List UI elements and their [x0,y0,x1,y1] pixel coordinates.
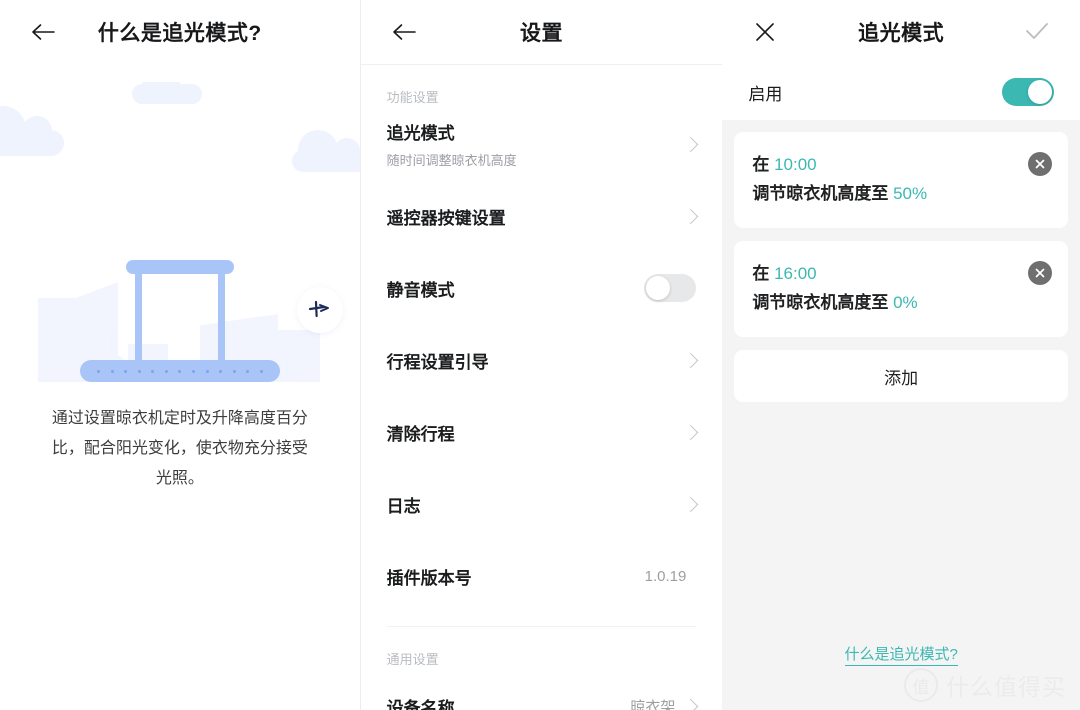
editor-appbar: 追光模式 [722,0,1080,64]
row-title: 静音模式 [386,280,455,300]
sidebar-item-sun-tracking[interactable]: 追光模式 随时间调整晾衣机高度 [386,108,699,180]
row-title: 设备名称 [386,698,455,710]
device-name-value: 晾衣架 [630,698,676,710]
schedule-percent: 50% [893,184,928,203]
cloud-shape [0,106,64,156]
row-subtitle: 随时间调整晾衣机高度 [386,153,517,168]
silent-mode-toggle[interactable] [644,274,697,302]
plugin-version-value: 1.0.19 [644,567,687,585]
enable-label: 启用 [748,84,783,104]
hanger-bird-icon [297,287,343,333]
row-title: 追光模式 [386,124,455,143]
page-title: 什么是追光模式? [97,22,262,45]
schedule-card[interactable]: 在 16:00 调节晾衣机高度至 0% [734,241,1069,337]
chevron-right-icon [683,352,699,368]
sidebar-item-remote-keys[interactable]: 遥控器按键设置 [386,180,699,252]
schedule-prefix: 在 [752,264,770,283]
site-watermark: 值 什么值得买 [904,668,1066,702]
group-label-function: 功能设置 [386,90,439,105]
antenna-shape [286,358,289,380]
check-icon[interactable] [1020,15,1054,49]
help-panel: 什么是追光模式? 通过设置晾衣机定时及升降高度百分比，配合阳光变化，使衣物充分接… [0,0,360,710]
enable-row[interactable]: 启用 [722,64,1080,120]
group-label-general: 通用设置 [386,652,439,667]
schedule-time-line: 在 16:00 [752,259,1050,288]
row-title: 日志 [386,496,421,516]
watermark-logo: 值 [904,668,938,702]
rack-post-left [135,270,142,368]
cloud-shape [292,130,360,172]
schedule-percent: 0% [893,293,918,312]
row-plugin-version: 插件版本号 1.0.19 [387,540,697,612]
page-title: 设置 [520,22,563,45]
enable-toggle[interactable] [1002,78,1055,106]
drying-rack-illustration [0,82,360,382]
rack-hanging-bar [80,360,280,382]
delete-circle-icon[interactable] [1028,152,1053,176]
help-appbar: 什么是追光模式? [0,0,360,64]
sidebar-item-log[interactable]: 日志 [386,468,699,540]
sidebar-item-silent-mode[interactable]: 静音模式 [387,252,697,324]
rack-post-right [218,270,225,368]
schedule-card[interactable]: 在 10:00 调节晾衣机高度至 50% [734,132,1069,228]
schedule-time: 16:00 [774,264,817,283]
delete-circle-icon[interactable] [1028,261,1053,285]
row-title: 行程设置引导 [386,352,489,372]
watermark-text: 什么值得买 [946,674,1066,700]
settings-list: 功能设置 追光模式 随时间调整晾衣机高度 遥控器按键设置 静音模式 行程设置引导… [361,65,723,710]
schedule-time: 10:00 [774,155,817,174]
toggle-knob [1028,80,1053,104]
antenna-shape [110,330,113,352]
schedule-prefix: 在 [752,155,770,174]
help-link[interactable]: 什么是追光模式? [722,643,1080,666]
help-link-label: 什么是追光模式? [844,646,958,666]
toggle-knob [646,276,671,300]
row-title: 清除行程 [386,424,455,444]
cloud-shape [132,82,202,104]
schedule-action-line: 调节晾衣机高度至 0% [752,288,1050,317]
sidebar-item-travel-guide[interactable]: 行程设置引导 [386,324,699,396]
schedule-action: 调节晾衣机高度至 [752,184,889,203]
chevron-right-icon [683,208,699,224]
schedule-action: 调节晾衣机高度至 [752,293,889,312]
schedule-action-line: 调节晾衣机高度至 50% [752,179,1050,208]
help-description: 通过设置晾衣机定时及升降高度百分比，配合阳光变化，使衣物充分接受光照。 [51,410,308,487]
chevron-right-icon [683,698,699,710]
chevron-right-icon [683,496,699,512]
settings-panel: 设置 功能设置 追光模式 随时间调整晾衣机高度 遥控器按键设置 静音模式 行程设… [359,0,723,710]
sidebar-item-clear-travel[interactable]: 清除行程 [386,396,699,468]
chevron-right-icon [683,424,699,440]
row-title: 遥控器按键设置 [386,208,506,228]
sidebar-item-device-name[interactable]: 设备名称 晾衣架 [386,670,699,710]
schedule-list: 在 10:00 调节晾衣机高度至 50% 在 16:00 调节晾衣机高度至 0%… [722,120,1080,402]
schedule-time-line: 在 10:00 [752,150,1050,179]
add-schedule-button[interactable]: 添加 [734,350,1069,402]
settings-appbar: 设置 [360,0,723,64]
row-title: 插件版本号 [386,568,472,588]
chevron-right-icon [683,136,699,152]
three-panel-screenshot: 什么是追光模式? 通过设置晾衣机定时及升降高度百分比，配合阳光变化，使衣物充分接… [0,0,1080,710]
sun-tracking-editor-panel: 追光模式 启用 在 10:00 调节晾衣机高度至 50% 在 16:00 调节晾… [722,0,1080,710]
